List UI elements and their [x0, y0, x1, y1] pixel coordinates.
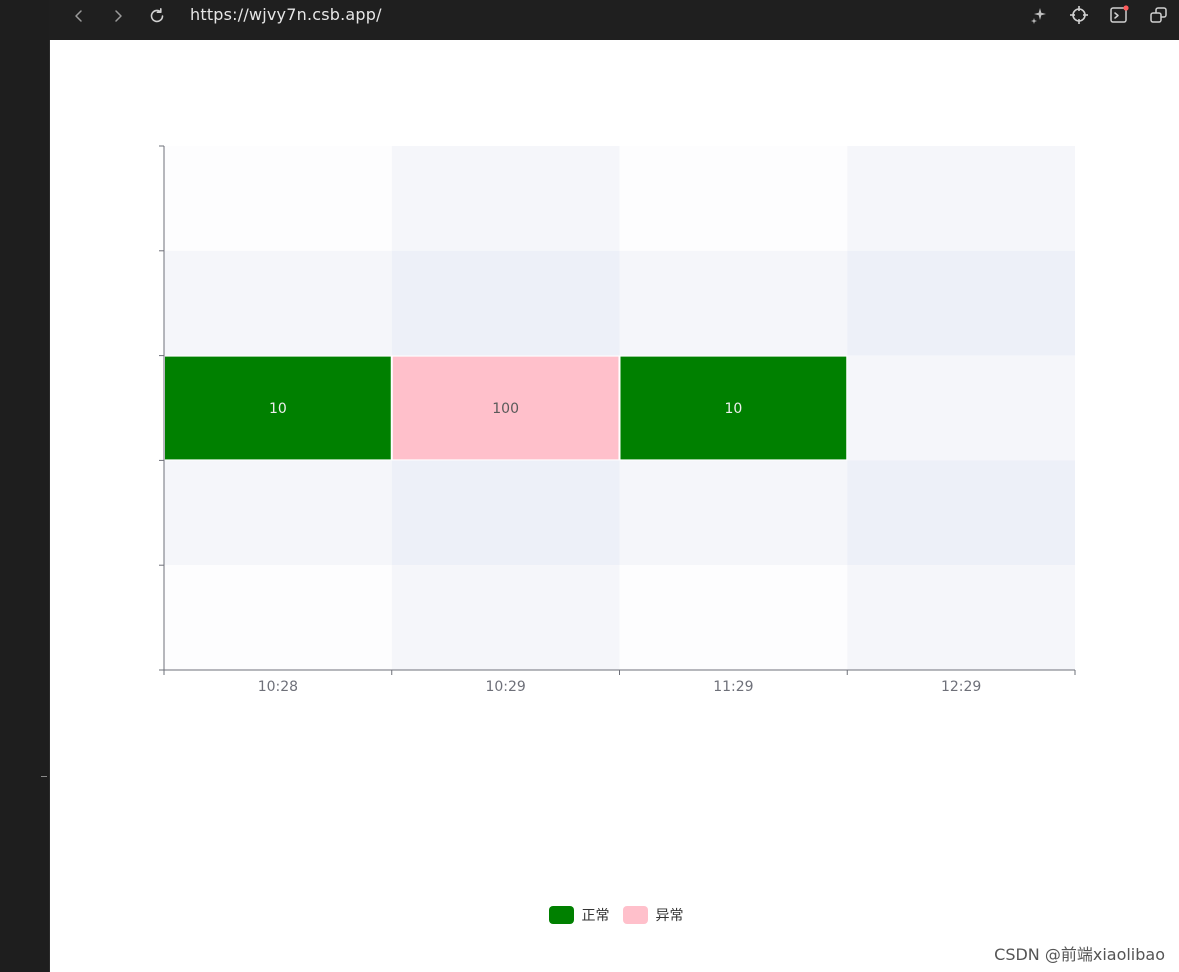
heatmap-cell-label: 10 [724, 401, 742, 417]
x-axis-tick-label: 10:28 [258, 679, 298, 695]
terminal-icon [1109, 5, 1129, 25]
address-bar[interactable]: https://wjvy7n.csb.app/ [190, 4, 382, 26]
chevron-left-icon [72, 9, 86, 23]
ai-sparkle-button[interactable] [1027, 3, 1051, 27]
inspect-button[interactable] [1067, 3, 1091, 27]
crosshair-icon [1069, 5, 1089, 25]
split-area-cell [164, 460, 392, 565]
split-area-cell [392, 565, 620, 670]
split-area-cell [847, 251, 1075, 356]
sparkle-icon [1030, 6, 1048, 24]
split-area-cell [620, 565, 848, 670]
legend-label: 异常 [656, 905, 684, 925]
heatmap-cells: 10 100 10 [165, 356, 847, 460]
split-area-cell [847, 356, 1075, 461]
legend-label: 正常 [582, 905, 610, 925]
x-axis-tick-label: 10:29 [485, 679, 525, 695]
x-axis-tick-label: 12:29 [941, 679, 981, 695]
csdn-watermark: CSDN @前端xiaolibao [994, 941, 1165, 965]
page-viewport: 10 100 10 10:28 10:29 11:29 12:29 正常 异常 CSDN @… [50, 40, 1179, 972]
legend-swatch [549, 906, 574, 924]
forward-button[interactable] [106, 4, 130, 28]
split-area-cell [164, 146, 392, 251]
split-area-cell [847, 565, 1075, 670]
legend-swatch [623, 906, 648, 924]
panel-divider-tick [41, 776, 47, 777]
split-area-cell [164, 565, 392, 670]
legend-item[interactable]: 正常 [546, 905, 610, 925]
back-button[interactable] [67, 4, 91, 28]
split-area-cell [620, 460, 848, 565]
reload-button[interactable] [145, 4, 169, 28]
windows-icon [1149, 5, 1169, 25]
heatmap-cell-label: 100 [492, 401, 519, 417]
split-area-cell [620, 251, 848, 356]
open-in-new-window-button[interactable] [1147, 3, 1171, 27]
split-area-cell [847, 146, 1075, 251]
heatmap-cell-label: 10 [269, 401, 287, 417]
reload-icon [148, 7, 166, 25]
split-area-cell [164, 251, 392, 356]
heatmap-chart: 10 100 10 10:28 10:29 11:29 12:29 [50, 40, 1179, 972]
split-area-cell [392, 251, 620, 356]
chevron-right-icon [111, 9, 125, 23]
browser-toolbar: https://wjvy7n.csb.app/ [49, 0, 1179, 40]
split-area-cell [392, 146, 620, 251]
chart-legend: 正常 异常 [50, 905, 1179, 925]
split-area-cell [620, 146, 848, 251]
terminal-button[interactable] [1107, 3, 1131, 27]
split-area-cell [392, 460, 620, 565]
legend-item[interactable]: 异常 [620, 905, 684, 925]
split-area-cell [847, 460, 1075, 565]
left-panel [0, 0, 50, 972]
x-axis-tick-label: 11:29 [713, 679, 753, 695]
